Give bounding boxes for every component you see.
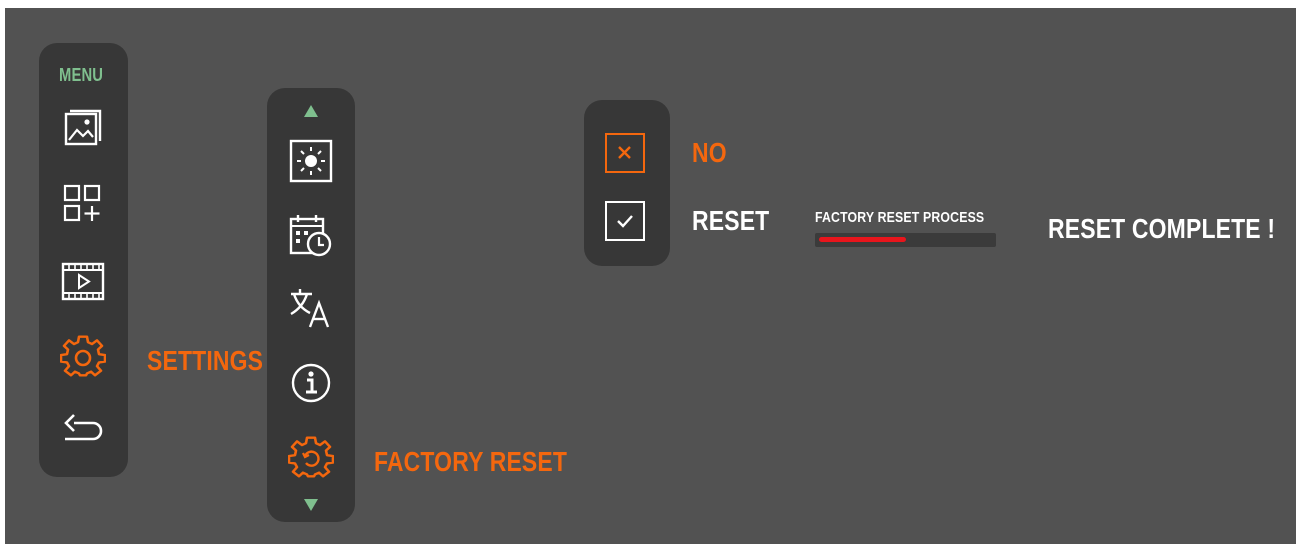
calendar-clock-icon[interactable] xyxy=(288,213,334,259)
settings-label: SETTINGS xyxy=(147,345,264,376)
device-screen: MENU SETTINGS FACTORY RESET NO RESET FAC… xyxy=(5,8,1296,544)
video-film-icon[interactable] xyxy=(60,259,106,305)
settings-menu-panel: FACTORY RESET xyxy=(267,88,567,522)
reset-progress-label: FACTORY RESET PROCESS xyxy=(815,209,985,226)
triangle-down-icon[interactable] xyxy=(304,499,318,511)
reset-label: RESET xyxy=(692,205,770,236)
factory-reset-label: FACTORY RESET xyxy=(374,446,568,477)
reset-progress-bar xyxy=(815,233,996,247)
triangle-up-icon[interactable] xyxy=(304,105,318,117)
gallery-icon[interactable] xyxy=(60,105,106,151)
no-button[interactable] xyxy=(605,133,645,173)
factory-reset-gear-icon[interactable] xyxy=(288,436,334,482)
reset-complete-message: RESET COMPLETE ! xyxy=(1048,213,1276,244)
reset-button[interactable] xyxy=(605,201,645,241)
confirm-dialog-panel: NO RESET xyxy=(584,100,769,266)
language-translate-icon[interactable] xyxy=(288,285,334,331)
checkmark-icon xyxy=(617,215,633,228)
info-icon[interactable] xyxy=(288,360,334,406)
main-menu-title: MENU xyxy=(59,65,104,85)
no-label: NO xyxy=(692,137,727,168)
settings-gear-icon[interactable] xyxy=(60,335,106,381)
add-widget-grid-icon[interactable] xyxy=(60,181,106,227)
main-menu-panel: MENU SETTINGS xyxy=(39,43,263,477)
brightness-icon[interactable] xyxy=(288,138,334,184)
close-icon xyxy=(618,146,631,159)
reset-progress-fill xyxy=(819,237,906,242)
back-arrow-icon[interactable] xyxy=(60,409,106,455)
